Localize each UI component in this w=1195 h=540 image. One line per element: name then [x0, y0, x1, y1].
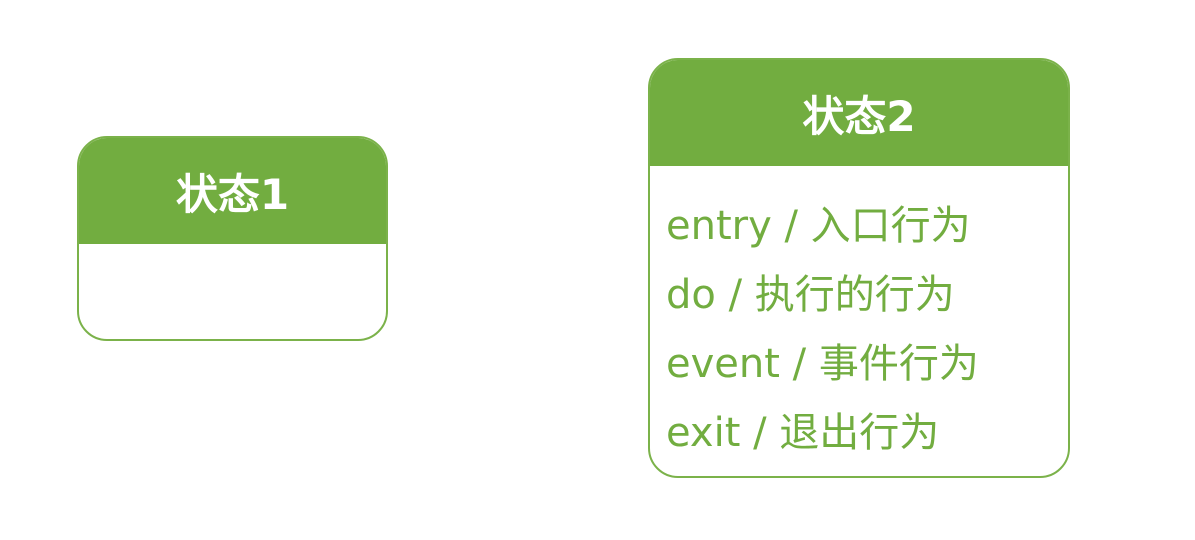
state-2-body: entry / 入口行为 do / 执行的行为 event / 事件行为 exi…	[650, 166, 1068, 468]
state-2-node: 状态2 entry / 入口行为 do / 执行的行为 event / 事件行为…	[648, 58, 1070, 478]
entry-action: entry / 入口行为	[666, 203, 971, 249]
state-2-title: 状态2	[650, 60, 1068, 166]
do-action: do / 执行的行为	[666, 272, 955, 318]
state-1-node: 状态1	[77, 136, 388, 341]
event-action: event / 事件行为	[666, 341, 979, 387]
exit-action: exit / 退出行为	[666, 410, 940, 456]
state-1-title: 状态1	[79, 138, 386, 244]
